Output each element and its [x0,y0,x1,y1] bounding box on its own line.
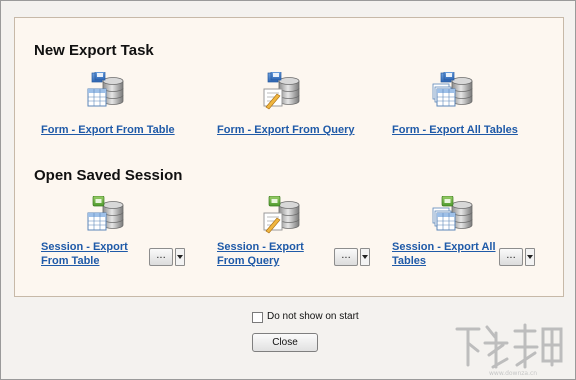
session-table-dropdown-button[interactable] [175,248,185,266]
session-export-from-query-link[interactable]: Session - Export From Query [217,240,327,268]
open-saved-session-heading: Open Saved Session [34,167,183,184]
session-table-browse-button[interactable]: ... [149,248,173,266]
do-not-show-label: Do not show on start [267,311,359,322]
session-export-from-table-link[interactable]: Session - Export From Table [41,240,151,268]
session-query-browse-button[interactable]: ... [334,248,358,266]
new-export-task-heading: New Export Task [34,42,154,59]
session-export-all-tables-link[interactable]: Session - Export All Tables [392,240,502,268]
form-export-from-query-link[interactable]: Form - Export From Query [217,123,355,137]
session-all-tables-browse-button[interactable]: ... [499,248,523,266]
session-query-dropdown-button[interactable] [360,248,370,266]
export-table-icon [87,72,124,107]
session-all-tables-dropdown-button[interactable] [525,248,535,266]
watermark-logo: www.downza.cn [455,323,563,377]
export-all-tables-icon [431,72,473,112]
session-all-tables-icon [431,196,473,236]
form-export-from-table-link[interactable]: Form - Export From Table [41,123,175,137]
session-table-icon [87,196,124,231]
do-not-show-checkbox[interactable] [252,312,263,323]
session-query-icon [263,196,300,234]
task-panel: New Export Task Form - Export From Table… [14,17,564,297]
export-query-icon [263,72,300,110]
export-wizard-window: New Export Task Form - Export From Table… [0,0,576,380]
svg-text:www.downza.cn: www.downza.cn [489,370,537,377]
close-button[interactable]: Close [252,333,318,352]
form-export-all-tables-link[interactable]: Form - Export All Tables [392,123,518,137]
